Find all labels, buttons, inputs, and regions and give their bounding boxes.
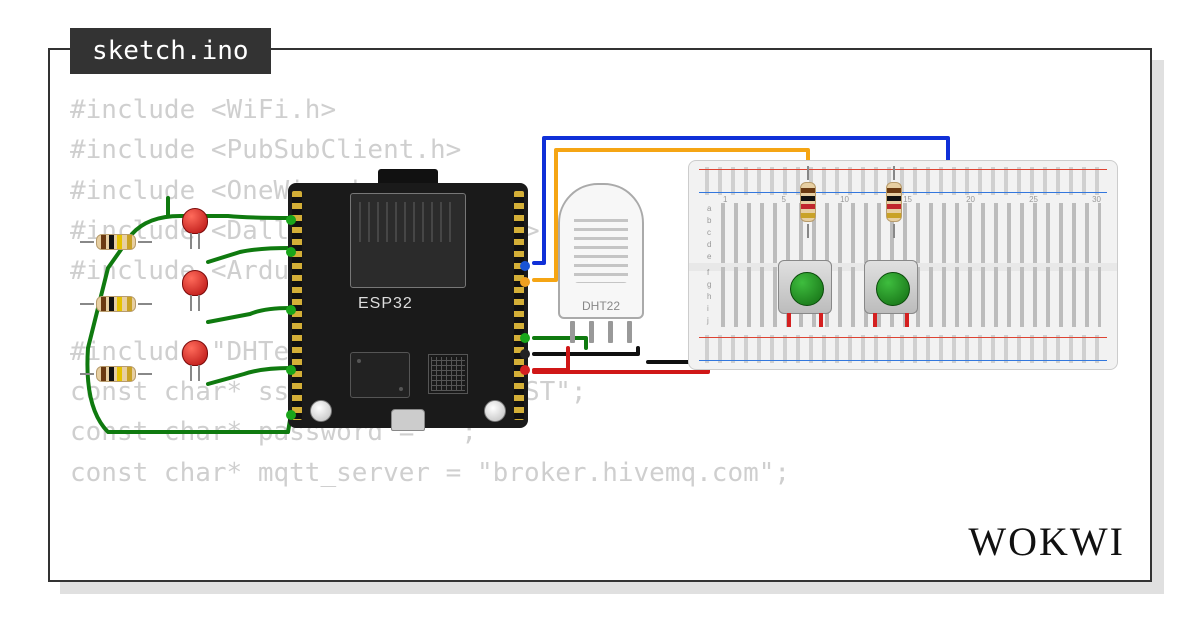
pushbutton-1[interactable] — [778, 260, 832, 314]
dht22-grille — [574, 213, 628, 283]
dht22-pins[interactable] — [570, 321, 632, 343]
esp32-pin-green[interactable] — [520, 333, 530, 343]
esp32-boot-button[interactable] — [310, 400, 332, 422]
resistor-led-1[interactable] — [90, 234, 142, 250]
breadboard-top-rail[interactable] — [705, 167, 1101, 195]
resistor-button-2[interactable] — [886, 176, 902, 228]
led-1[interactable] — [182, 208, 208, 234]
breadboard-bottom-rail[interactable] — [705, 335, 1101, 363]
esp32-regulator — [350, 352, 410, 398]
filename-text: sketch.ino — [92, 36, 249, 66]
resistor-button-1[interactable] — [800, 176, 816, 228]
esp32-lpin-1[interactable] — [286, 215, 296, 225]
led-3[interactable] — [182, 340, 208, 366]
esp32-usb-port — [391, 409, 425, 431]
circuit-canvas[interactable]: ESP32 DHT22 abcde f — [48, 48, 1152, 582]
esp32-label: ESP32 — [358, 295, 413, 313]
dht22-label: DHT22 — [558, 299, 644, 313]
breadboard-strip-top[interactable] — [721, 203, 1101, 263]
led-2[interactable] — [182, 270, 208, 296]
wokwi-logo-text: WOKWI — [968, 519, 1125, 564]
filename-tab: sketch.ino — [70, 28, 271, 74]
esp32-lpin-4[interactable] — [286, 365, 296, 375]
esp32-lpin-3[interactable] — [286, 305, 296, 315]
esp32-pin-blue[interactable] — [520, 261, 530, 271]
esp32-board[interactable]: ESP32 — [288, 183, 528, 428]
pushbutton-2[interactable] — [864, 260, 918, 314]
esp32-lpin-5[interactable] — [286, 410, 296, 420]
esp32-shield — [350, 193, 466, 288]
esp32-usb-chip — [428, 354, 468, 394]
resistor-led-2[interactable] — [90, 296, 142, 312]
dht22-sensor[interactable]: DHT22 — [558, 183, 644, 343]
wokwi-logo: WOKWI — [968, 518, 1125, 565]
esp32-en-button[interactable] — [484, 400, 506, 422]
resistor-led-3[interactable] — [90, 366, 142, 382]
breadboard-rowlabels-bottom: fghij — [707, 267, 711, 327]
esp32-pin-orange[interactable] — [520, 277, 530, 287]
esp32-pin-black[interactable] — [520, 349, 530, 359]
esp32-pin-red[interactable] — [520, 365, 530, 375]
esp32-right-pins[interactable] — [514, 191, 524, 420]
esp32-lpin-2[interactable] — [286, 247, 296, 257]
breadboard-collabels: 1 5 10 15 20 25 30 — [723, 195, 1101, 204]
esp32-antenna — [378, 169, 438, 183]
breadboard-rowlabels-top: abcde — [707, 203, 711, 263]
